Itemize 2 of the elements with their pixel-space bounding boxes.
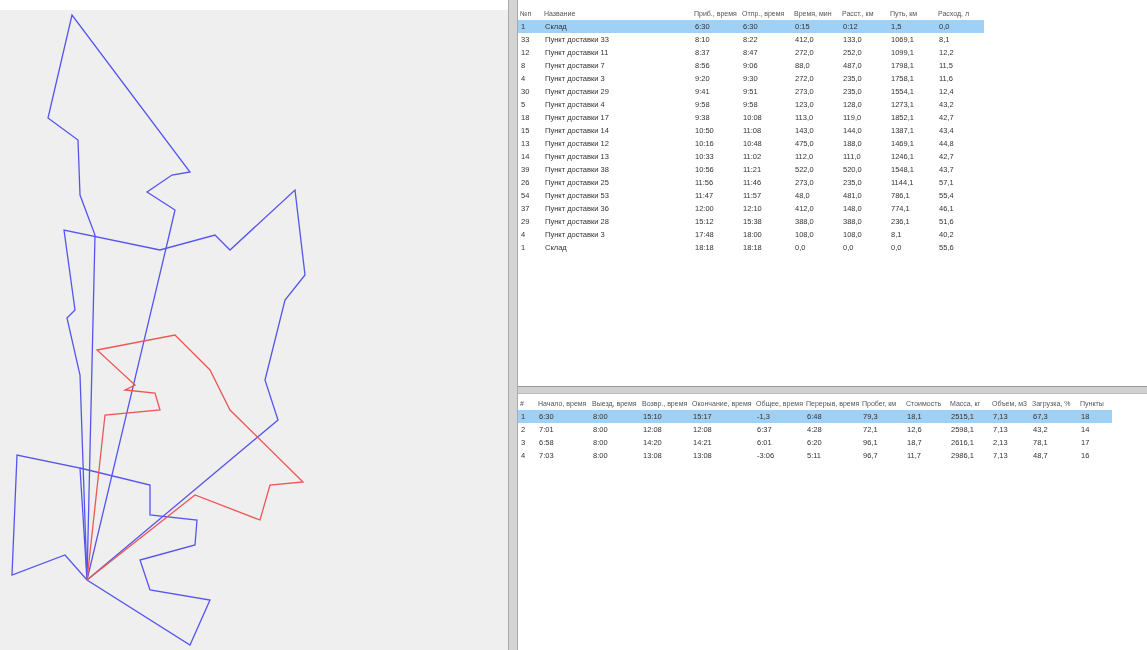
splitter[interactable] (518, 386, 1147, 394)
splitter[interactable] (508, 0, 518, 650)
